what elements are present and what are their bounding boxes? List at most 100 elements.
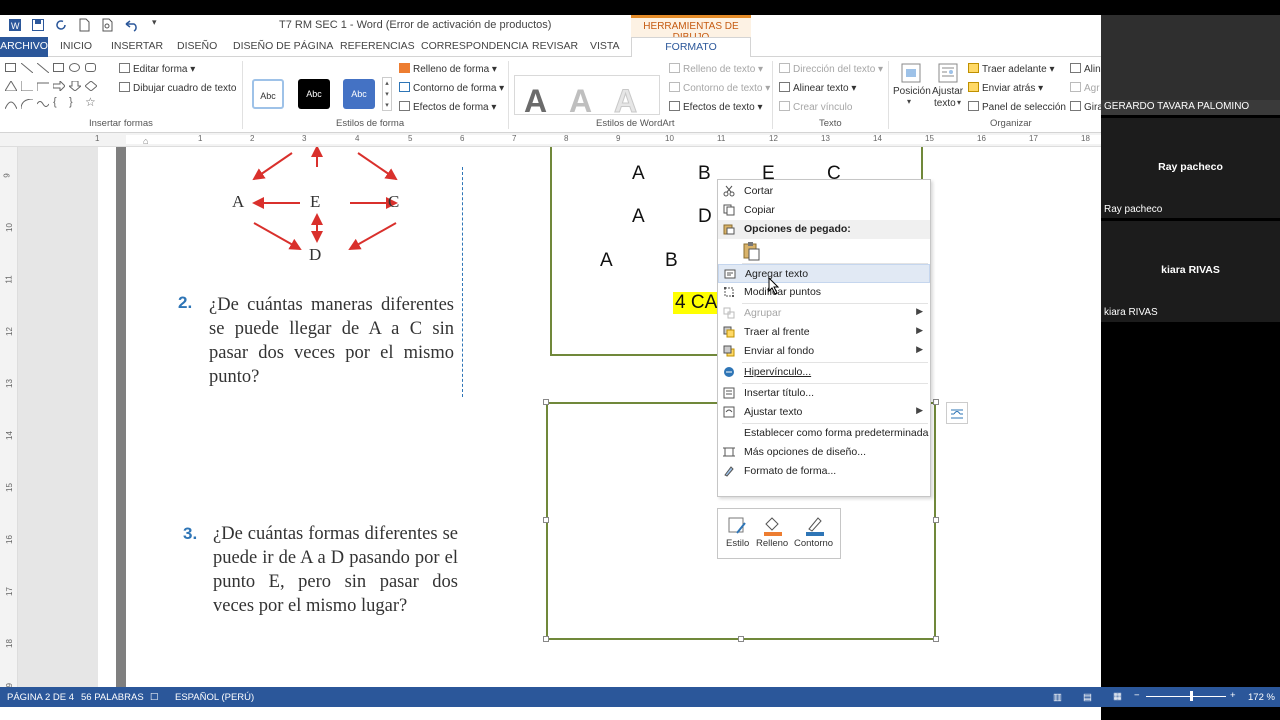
rhombus-shape-icon[interactable] bbox=[85, 81, 97, 91]
arc-shape-icon[interactable] bbox=[21, 99, 33, 109]
selection-pane-button[interactable]: Panel de selección bbox=[968, 101, 1066, 113]
word-count[interactable]: 56 PALABRAS bbox=[81, 692, 144, 703]
tab-vista[interactable]: VISTA bbox=[590, 40, 620, 52]
resize-handle-se[interactable] bbox=[933, 636, 939, 642]
menu-item-set-default-shape[interactable]: Establecer como forma predeterminada bbox=[718, 424, 930, 443]
mini-fill-button[interactable]: Relleno bbox=[756, 515, 792, 559]
zoom-in-icon[interactable]: + bbox=[1230, 690, 1236, 701]
text-effects-button[interactable]: Efectos de texto ▾ bbox=[669, 101, 763, 113]
curve-shape-icon[interactable] bbox=[5, 99, 17, 109]
wrap-text-button[interactable]: Ajustar texto ▾ bbox=[931, 63, 965, 115]
proofing-icon[interactable]: ☐ bbox=[150, 692, 159, 703]
customize-qat-icon[interactable]: ▾ bbox=[152, 17, 157, 28]
menu-item-send-to-back[interactable]: Enviar al fondo ▶ bbox=[718, 342, 930, 361]
menu-item-edit-points[interactable]: Modificar puntos bbox=[718, 283, 930, 302]
menu-item-add-text[interactable]: Agregar texto bbox=[718, 264, 930, 283]
save-icon[interactable] bbox=[31, 18, 45, 32]
indent-marker-icon[interactable]: ⌂ bbox=[143, 136, 148, 146]
tab-diseno[interactable]: DISEÑO bbox=[177, 40, 217, 52]
print-preview-icon[interactable] bbox=[100, 18, 114, 32]
align-text-button[interactable]: Alinear texto ▾ bbox=[779, 82, 856, 94]
menu-item-more-layout-options[interactable]: Más opciones de diseño... bbox=[718, 443, 930, 462]
rotate-button[interactable]: Gira bbox=[1070, 101, 1101, 113]
shape-outline-button[interactable]: Contorno de forma ▾ bbox=[399, 82, 504, 94]
tab-referencias[interactable]: REFERENCIAS bbox=[340, 40, 415, 52]
language[interactable]: ESPAÑOL (PERÚ) bbox=[175, 692, 254, 703]
star-shape-icon[interactable]: ☆ bbox=[85, 95, 96, 109]
rectangle-shape-icon[interactable] bbox=[5, 63, 16, 72]
text-outline-button[interactable]: Contorno de texto ▾ bbox=[669, 82, 770, 94]
edit-shape-button[interactable]: Editar forma ▾ bbox=[119, 63, 195, 75]
tab-inicio[interactable]: INICIO bbox=[60, 40, 92, 52]
oval-shape-icon[interactable] bbox=[69, 63, 80, 72]
tab-revisar[interactable]: REVISAR bbox=[532, 40, 578, 52]
resize-handle-nw[interactable] bbox=[543, 399, 549, 405]
horizontal-ruler[interactable]: ⌂ 1 1 2 3 4 5 6 7 8 9 10 11 12 13 14 15 … bbox=[0, 133, 1101, 147]
participant-tile-3[interactable]: kiara RIVAS kiara RIVAS bbox=[1101, 221, 1280, 322]
create-link-button[interactable]: Crear vínculo bbox=[779, 101, 852, 113]
shapes-gallery[interactable]: { } ☆ bbox=[5, 63, 109, 109]
bent-arrow-shape-icon[interactable] bbox=[37, 81, 49, 91]
layout-options-button[interactable] bbox=[946, 402, 968, 424]
menu-item-cut[interactable]: Cortar bbox=[718, 182, 930, 201]
menu-item-bring-to-front[interactable]: Traer al frente ▶ bbox=[718, 323, 930, 342]
tab-diseno-pagina[interactable]: DISEÑO DE PÁGINA bbox=[233, 40, 333, 52]
position-button[interactable]: Posición ▾ bbox=[893, 63, 931, 115]
shape-effects-button[interactable]: Efectos de forma ▾ bbox=[399, 101, 496, 113]
menu-item-group[interactable]: Agrupar ▶ bbox=[718, 304, 930, 323]
mini-outline-button[interactable]: Contorno bbox=[794, 515, 838, 559]
mini-style-button[interactable]: Estilo bbox=[726, 515, 752, 559]
zoom-level[interactable]: 172 % bbox=[1248, 692, 1275, 703]
wordart-style-light[interactable]: A bbox=[569, 83, 592, 120]
menu-item-wrap-text[interactable]: Ajustar texto ▶ bbox=[718, 403, 930, 422]
group-button[interactable]: Agr bbox=[1070, 82, 1100, 94]
participant-tile-1[interactable]: GERARDO TAVARA PALOMINO bbox=[1101, 15, 1280, 115]
shape-style-blue[interactable]: Abc bbox=[343, 79, 375, 109]
corner-line-shape-icon[interactable] bbox=[21, 81, 33, 91]
web-layout-icon[interactable]: ▦ bbox=[1113, 691, 1122, 702]
menu-item-copy[interactable]: Copiar bbox=[718, 201, 930, 220]
tab-correspondencia[interactable]: CORRESPONDENCIA bbox=[421, 40, 528, 52]
page-count[interactable]: PÁGINA 2 DE 4 bbox=[7, 692, 74, 703]
paste-keep-format-button[interactable] bbox=[742, 241, 762, 261]
shape-style-black[interactable]: Abc bbox=[298, 79, 330, 109]
participant-tile-2[interactable]: Ray pacheco Ray pacheco bbox=[1101, 118, 1280, 218]
wordart-style-gray[interactable]: A bbox=[524, 83, 547, 120]
menu-item-format-shape[interactable]: Formato de forma... bbox=[718, 462, 930, 481]
right-arrow-shape-icon[interactable] bbox=[53, 81, 65, 91]
wordart-style-outline[interactable]: A bbox=[613, 83, 637, 120]
line-shape-icon[interactable] bbox=[21, 63, 33, 73]
style-gallery-scroll[interactable]: ▴ ▾ ▾ bbox=[382, 77, 392, 111]
rounded-rect-shape-icon[interactable] bbox=[85, 63, 96, 72]
menu-item-hyperlink[interactable]: Hipervínculo... bbox=[718, 363, 930, 382]
vertical-ruler[interactable]: 9 10 11 12 13 14 15 16 17 18 19 bbox=[0, 147, 18, 692]
brace-close-shape-icon[interactable]: } bbox=[69, 96, 73, 108]
down-arrow-shape-icon[interactable] bbox=[69, 81, 81, 91]
zoom-slider[interactable] bbox=[1146, 696, 1226, 697]
send-backward-button[interactable]: Enviar atrás ▾ bbox=[968, 82, 1043, 94]
resize-handle-w[interactable] bbox=[543, 517, 549, 523]
tab-archivo[interactable]: ARCHIVO bbox=[0, 37, 48, 57]
zoom-slider-thumb[interactable] bbox=[1190, 691, 1193, 701]
tab-insertar[interactable]: INSERTAR bbox=[111, 40, 163, 52]
text-direction-button[interactable]: Dirección del texto ▾ bbox=[779, 63, 883, 75]
read-mode-icon[interactable]: ▥ bbox=[1053, 692, 1062, 703]
resize-handle-ne[interactable] bbox=[933, 399, 939, 405]
new-document-icon[interactable] bbox=[77, 18, 91, 32]
brace-shape-icon[interactable]: { bbox=[53, 96, 57, 108]
shape-fill-button[interactable]: Relleno de forma ▾ bbox=[399, 63, 497, 75]
bring-forward-button[interactable]: Traer adelante ▾ bbox=[968, 63, 1054, 75]
shape-style-white[interactable]: Abc bbox=[252, 79, 284, 109]
refresh-icon[interactable] bbox=[54, 18, 68, 32]
align-button[interactable]: Alin bbox=[1070, 63, 1101, 75]
triangle-shape-icon[interactable] bbox=[5, 81, 17, 91]
square-shape-icon[interactable] bbox=[53, 63, 64, 72]
text-fill-button[interactable]: Relleno de texto ▾ bbox=[669, 63, 763, 75]
tab-formato[interactable]: FORMATO bbox=[631, 37, 751, 58]
menu-item-insert-caption[interactable]: Insertar título... bbox=[718, 384, 930, 403]
wave-shape-icon[interactable] bbox=[37, 99, 49, 109]
resize-handle-e[interactable] bbox=[933, 517, 939, 523]
draw-textbox-button[interactable]: Dibujar cuadro de texto bbox=[119, 82, 236, 94]
arrow-line-shape-icon[interactable] bbox=[37, 63, 49, 73]
resize-handle-sw[interactable] bbox=[543, 636, 549, 642]
